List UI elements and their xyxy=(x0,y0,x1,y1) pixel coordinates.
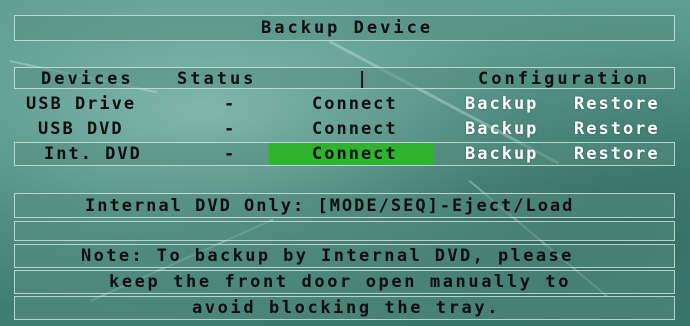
restore-button[interactable]: Restore xyxy=(574,117,660,141)
device-name: Int. DVD xyxy=(44,144,142,164)
table-header: Devices Status | Configuration xyxy=(14,67,675,89)
device-status: - xyxy=(224,119,237,139)
note-line-2-bar: keep the front door open manually to xyxy=(14,270,675,294)
note-spacer-bar xyxy=(14,221,675,241)
device-status: - xyxy=(224,94,237,114)
internal-dvd-hint-bar: Internal DVD Only: [MODE/SEQ]-Eject/Load xyxy=(14,193,675,218)
connect-button[interactable]: Connect xyxy=(312,142,398,166)
backup-button[interactable]: Backup xyxy=(465,92,538,116)
header-separator: | xyxy=(357,69,371,89)
internal-dvd-hint: Internal DVD Only: [MODE/SEQ]-Eject/Load xyxy=(85,196,575,216)
backup-device-menu: Backup Device Devices Status | Configura… xyxy=(0,0,690,326)
menu-title: Backup Device xyxy=(261,18,434,38)
note-line-2: keep the front door open manually to xyxy=(109,272,572,292)
note-line-1: Note: To backup by Internal DVD, please xyxy=(81,246,574,266)
backup-button[interactable]: Backup xyxy=(465,117,538,141)
device-status: - xyxy=(224,144,237,164)
menu-title-bar: Backup Device xyxy=(14,15,675,41)
device-name: USB DVD xyxy=(38,119,124,139)
restore-button[interactable]: Restore xyxy=(574,142,660,166)
device-name: USB Drive xyxy=(26,94,137,114)
connect-button[interactable]: Connect xyxy=(312,117,398,141)
header-configuration: Configuration xyxy=(478,69,651,89)
restore-button[interactable]: Restore xyxy=(574,92,660,116)
backup-button[interactable]: Backup xyxy=(465,142,538,166)
note-line-1-bar: Note: To backup by Internal DVD, please xyxy=(14,244,675,268)
note-line-3: avoid blocking the tray. xyxy=(192,298,501,318)
header-status: Status xyxy=(177,69,257,89)
note-line-3-bar: avoid blocking the tray. xyxy=(14,296,675,320)
header-devices: Devices xyxy=(41,69,134,89)
connect-button[interactable]: Connect xyxy=(312,92,398,116)
